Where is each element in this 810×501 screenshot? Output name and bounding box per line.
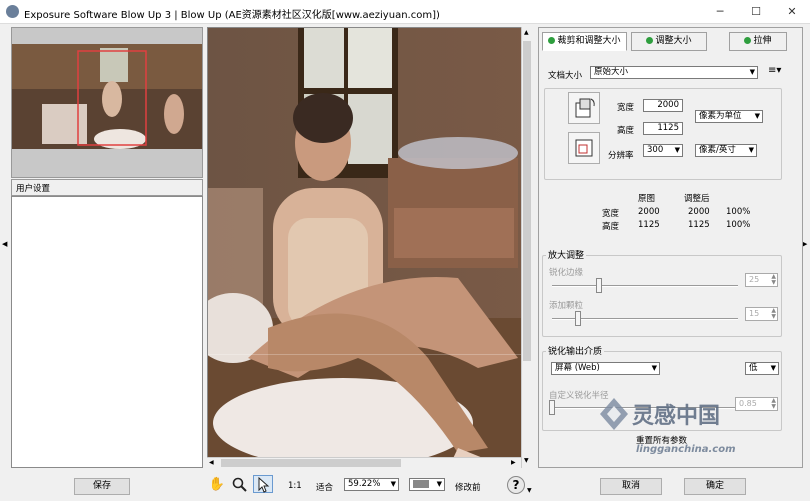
grain-spinner[interactable]: 15 ▲ ▼ [745,307,778,321]
zoom-select[interactable]: 59.22% ▼ [344,478,399,491]
resolution-label: 分辨率 [608,151,634,161]
output-title: 锐化输出介质 [546,344,605,357]
stats-row-label: 高度 [602,222,620,232]
ok-button[interactable]: 确定 [684,478,746,495]
maximize-button[interactable]: ☐ [738,0,774,24]
resolution-select[interactable]: 300 ▼ [643,144,683,157]
grain-label: 添加颗粒 [549,301,584,311]
doc-size-select[interactable]: 原始大小 ▼ [590,66,758,79]
zoom-1to1-button[interactable]: 1:1 [288,481,302,491]
tab-green-icon [744,37,752,44]
resolution-value: 300 [647,145,664,155]
stats-cell: 100% [726,220,751,230]
doc-size-value: 原始大小 [594,67,629,77]
stats-cell: 2000 [638,207,660,217]
zoom-tool-icon[interactable] [230,476,250,494]
hand-tool-icon[interactable]: ✋ [207,476,227,494]
split-view-icon [413,480,429,488]
watermark-url: lingganchina.com [636,444,736,455]
before-after-select[interactable]: ▼ [409,478,445,491]
watermark-logo-icon [598,396,630,432]
stats-cell: 1125 [688,220,710,230]
tab-stretch[interactable]: 拉伸 [729,32,787,51]
tab-label: 拉伸 [753,36,772,46]
sharpen-track[interactable] [552,285,738,287]
tab-green-icon [646,37,654,44]
zoom-fit-button[interactable]: 适合 [316,481,333,493]
width-label: 宽度 [617,103,635,113]
swap-orientation-button[interactable] [568,92,600,124]
custom-radius-value: 0.85 [739,399,757,408]
title-bar: Exposure Software Blow Up 3 | Blow Up (A… [0,0,810,24]
stats-cell: 2000 [688,207,710,217]
help-dropdown-icon[interactable]: ▼ [527,487,532,494]
zoom-value: 59.22% [348,479,381,489]
menu-icon[interactable]: ≡▾ [768,65,781,76]
navigator-thumbnail[interactable] [12,44,202,149]
custom-radius-thumb[interactable] [549,400,555,415]
units-value: 像素为单位 [699,111,742,121]
watermark-brand: 灵感中国 [632,404,721,429]
preview-hscrollbar[interactable]: ◀ ▶ [207,457,521,468]
fit-crop-button[interactable] [568,132,600,164]
app-icon [6,5,19,18]
enlarge-title: 放大调整 [546,248,587,261]
rotate-icon [575,98,595,118]
image-preview[interactable] [207,27,532,468]
stats-cell: 1125 [638,220,660,230]
sharpen-slider-thumb[interactable] [596,278,602,293]
preview-vscrollbar[interactable]: ▲ ▼ [521,27,532,468]
height-input[interactable]: 1125 [643,122,683,135]
navigator-panel [11,27,203,178]
tab-crop-resize[interactable]: 裁剪和调整大小 [542,32,627,51]
tab-label: 裁剪和调整大小 [557,36,621,46]
window-title: Exposure Software Blow Up 3 | Blow Up (A… [24,10,440,21]
help-icon[interactable]: ? [507,476,525,494]
width-input[interactable]: 2000 [643,99,683,112]
before-after-label: 修改前 [455,483,481,493]
resolution-units-select[interactable]: 像素/英寸 ▼ [695,144,757,157]
cancel-button[interactable]: 取消 [600,478,662,495]
presets-list[interactable] [11,196,203,468]
collapse-left-icon[interactable]: ◀ [2,240,7,248]
custom-radius-spinner[interactable]: 0.85 ▲ ▼ [735,397,778,411]
tab-resize[interactable]: 调整大小 [631,32,707,51]
sharpen-value: 25 [749,275,760,284]
presets-header-label: 用户设置 [16,184,51,194]
output-media-value: 屏幕 (Web) [555,363,600,373]
stats-col-adjusted: 调整后 [684,194,710,204]
tab-green-icon [548,37,556,44]
pointer-tool-icon[interactable] [253,475,273,493]
close-button[interactable]: ✕ [774,0,810,24]
height-label: 高度 [617,126,635,136]
sharpen-label: 锐化边缘 [549,268,584,278]
grain-slider-thumb[interactable] [575,311,581,326]
preview-photo [208,28,531,467]
crop-fit-icon [575,139,593,157]
output-media-select[interactable]: 屏幕 (Web) ▼ [551,362,660,375]
save-button[interactable]: 保存 [74,478,130,495]
units-select[interactable]: 像素为单位 ▼ [695,110,763,123]
resolution-units-value: 像素/英寸 [699,145,736,155]
presets-header: 用户设置 [11,179,203,196]
tab-label: 调整大小 [655,36,692,46]
minimize-button[interactable]: ─ [702,0,738,24]
doc-size-label: 文档大小 [548,71,583,81]
stats-cell: 100% [726,207,751,217]
output-level-select[interactable]: 低 ▼ [745,362,779,375]
sharpen-spinner[interactable]: 25 ▲ ▼ [745,273,778,287]
grain-value: 15 [749,309,760,318]
output-level-value: 低 [749,363,758,373]
stats-col-original: 原图 [638,194,656,204]
stats-row-label: 宽度 [602,209,620,219]
